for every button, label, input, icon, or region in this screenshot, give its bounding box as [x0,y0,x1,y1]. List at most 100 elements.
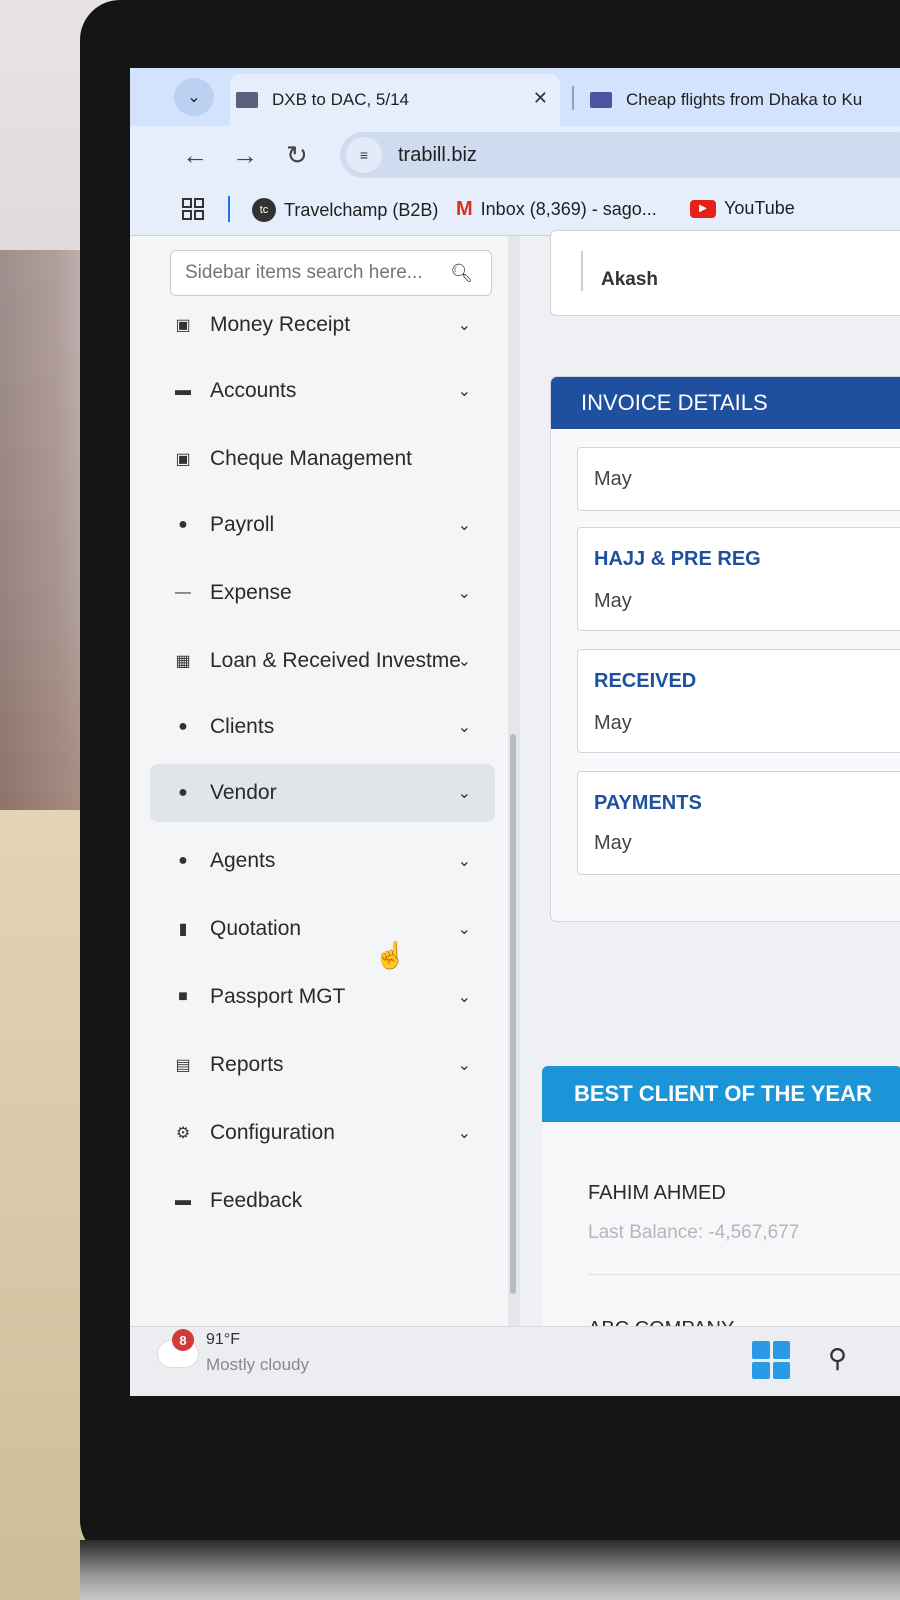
sidebar-item-accounts[interactable]: ▬ Accounts ⌄ [150,362,495,420]
chevron-down-icon: ⌄ [457,1125,471,1142]
weather-condition[interactable]: Mostly cloudy [206,1355,309,1375]
best-client-list: FAHIM AHMED Last Balance: -4,567,677 ABC… [542,1122,900,1342]
invoice-card-title: HAJJ & PRE REG [594,548,761,570]
sidebar-item-label: Configuration [210,1121,335,1144]
receipt-icon: ▣ [175,317,191,334]
cheque-icon: ▣ [175,451,191,468]
card-icon: ▬ [175,382,191,399]
passport-icon: ■ [178,988,188,1005]
gear-icon: ⚙ [175,1125,191,1142]
sidebar-item-passport-mgt[interactable]: ■ Passport MGT ⌄ [150,968,495,1026]
sidebar-item-expense[interactable]: — Expense ⌄ [150,564,495,622]
user-icon: ● [178,784,188,801]
client-divider [588,1274,900,1275]
tab-title: Cheap flights from Dhaka to Ku [626,90,863,109]
tab-title: DXB to DAC, 5/14 [272,90,410,109]
sidebar-item-cheque-management[interactable]: ▣ Cheque Management [150,430,495,488]
browser-tab-active[interactable]: DXB to DAC, 5/14 ✕ [230,74,560,126]
sidebar-item-label: Loan & Received Investme [210,649,460,672]
loan-icon: ▦ [175,653,191,670]
invoice-card-hajj[interactable]: HAJJ & PRE REG May [577,527,900,631]
app-sidebar: 🔍︎ ▣ Money Receipt ⌄ ▬ Accounts ⌄ ▣ Cheq… [130,236,508,1326]
invoice-card-received[interactable]: RECEIVED May [577,649,900,753]
sidebar-item-label: Cheque Management [210,447,412,470]
url-text: trabill.biz [398,143,477,166]
search-icon[interactable]: ⚲ [828,1343,847,1374]
hand-cursor-icon: ☝ [374,940,407,970]
sidebar-item-label: Accounts [210,379,297,402]
comment-icon: ▬ [175,1192,191,1209]
sidebar-item-money-receipt[interactable]: ▣ Money Receipt ⌄ [150,296,495,354]
chevron-down-icon: ⌄ [457,921,471,938]
browser-tab[interactable]: Cheap flights from Dhaka to Ku [580,74,900,126]
sidebar-item-configuration[interactable]: ⚙ Configuration ⌄ [150,1104,495,1162]
youtube-icon: ▶ [690,199,716,218]
invoice-card-month: May [594,590,632,612]
bookmark-gmail[interactable]: M Inbox (8,369) - sago... [456,198,657,221]
browser-tab-strip: ⌄ DXB to DAC, 5/14 ✕ Cheap flights from … [130,68,900,126]
bookmark-label: Travelchamp (B2B) [284,199,439,220]
minus-icon: — [175,584,191,601]
invoice-card-month: May [594,468,632,490]
client-balance: Last Balance: -4,567,677 [588,1222,800,1243]
sidebar-item-label: Reports [210,1053,284,1076]
bookmark-travelchamp[interactable]: tc Travelchamp (B2B) [252,198,438,222]
chevron-down-icon: ⌄ [457,585,471,602]
sidebar-item-label: Quotation [210,917,302,940]
sidebar-item-loan[interactable]: ▦ Loan & Received Investme ⌄ [150,632,495,690]
best-client-header: BEST CLIENT OF THE YEAR [542,1066,900,1122]
sidebar-item-label: Vendor [210,781,277,804]
tab-search-button[interactable]: ⌄ [174,78,214,116]
address-bar[interactable]: ≡ trabill.biz [340,132,900,178]
user-icon: ● [178,718,188,735]
sidebar-scrollbar-thumb[interactable] [510,734,516,1294]
chevron-down-icon: ⌄ [457,989,471,1006]
sidebar-item-label: Money Receipt [210,313,351,336]
bookmark-label: Inbox (8,369) - sago... [480,199,657,219]
site-settings-icon[interactable]: ≡ [346,137,382,173]
bookmarks-divider [228,196,230,222]
weather-temperature[interactable]: 91°F [206,1331,240,1349]
sidebar-item-payroll[interactable]: ● Payroll ⌄ [150,496,495,554]
back-arrow-icon[interactable]: ← [182,140,208,171]
chevron-down-icon: ⌄ [457,517,471,534]
user-icon: ● [178,516,188,533]
client-name: FAHIM AHMED [588,1182,726,1204]
user-card-name: Akash [581,251,658,291]
sidebar-item-vendor[interactable]: ● Vendor ⌄ [150,764,495,822]
tab-favicon-icon [590,92,612,108]
document-icon: ▮ [178,921,188,938]
sidebar-item-label: Agents [210,849,276,872]
sidebar-item-label: Payroll [210,513,275,536]
sidebar-search: 🔍︎ [170,250,492,296]
reload-icon[interactable]: ↻ [286,140,308,171]
report-icon: ▤ [175,1057,191,1074]
invoice-card-month: May [594,832,632,854]
gmail-icon: M [456,198,473,220]
laptop-screen: ⌄ DXB to DAC, 5/14 ✕ Cheap flights from … [130,68,900,1396]
sidebar-search-input[interactable] [185,262,445,284]
sidebar-scrollbar[interactable] [508,236,520,1326]
notification-badge: 8 [172,1329,194,1351]
browser-toolbar: ← → ↻ ≡ trabill.biz [130,126,900,186]
close-icon[interactable]: ✕ [533,88,548,109]
chevron-down-icon: ⌄ [457,317,471,334]
sidebar-item-quotation[interactable]: ▮ Quotation ⌄ [150,900,495,958]
invoice-card[interactable]: May [577,447,900,511]
travelchamp-logo-icon: tc [252,198,276,222]
windows-start-icon[interactable] [752,1341,790,1379]
search-icon[interactable]: 🔍︎ [450,263,473,284]
sidebar-item-agents[interactable]: ● Agents ⌄ [150,832,495,890]
invoice-card-payments[interactable]: PAYMENTS May [577,771,900,875]
sidebar-item-reports[interactable]: ▤ Reports ⌄ [150,1036,495,1094]
apps-grid-icon[interactable] [182,198,204,220]
sidebar-item-feedback[interactable]: ▬ Feedback [150,1172,495,1230]
chevron-down-icon: ⌄ [457,719,471,736]
main-content: Akash INVOICE DETAILS May HAJJ & PRE REG… [520,230,900,1342]
tab-favicon-icon [236,92,258,108]
bookmark-youtube[interactable]: ▶ YouTube [690,198,795,219]
chevron-down-icon: ⌄ [457,853,471,870]
sidebar-item-clients[interactable]: ● Clients ⌄ [150,698,495,756]
invoice-card-title: RECEIVED [594,670,697,692]
forward-arrow-icon[interactable]: → [232,140,258,171]
